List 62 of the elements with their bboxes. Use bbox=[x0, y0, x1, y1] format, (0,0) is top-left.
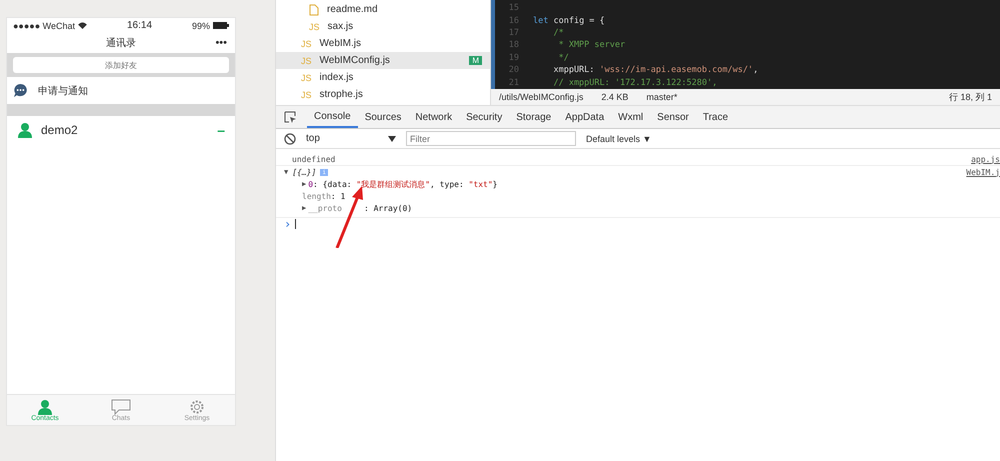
file-path: /utils/WebIMConfig.js bbox=[499, 92, 584, 102]
clock-text: 16:14 bbox=[126, 20, 154, 31]
js-file-icon: JS bbox=[301, 90, 312, 100]
devtools-tab[interactable]: Sensor bbox=[650, 108, 696, 126]
person-icon bbox=[37, 398, 53, 414]
branch-name: master* bbox=[646, 92, 678, 102]
file-icon bbox=[309, 4, 319, 16]
chat-bubble-icon bbox=[13, 83, 28, 98]
code-line: */ bbox=[558, 52, 569, 63]
code-line: let config = { bbox=[533, 16, 605, 26]
context-dropdown[interactable]: top bbox=[306, 133, 396, 144]
code-line: * XMPP server bbox=[558, 40, 626, 50]
devtools-tab[interactable]: Network bbox=[408, 108, 460, 126]
modified-badge: M bbox=[469, 56, 482, 65]
chat-bubble-icon bbox=[111, 398, 131, 414]
battery-text: 99% bbox=[192, 20, 210, 30]
file-item[interactable]: JS sax.js bbox=[276, 18, 490, 35]
notice-label[interactable]: 申请与通知 bbox=[38, 84, 88, 98]
settings-icon bbox=[189, 398, 205, 414]
file-item[interactable]: JS WebIM.js bbox=[276, 35, 490, 52]
page-title: 通讯录 bbox=[106, 36, 136, 50]
log-levels-dropdown[interactable]: Default levels ▼ bbox=[586, 134, 652, 144]
code-line: xmppURL: 'wss://im-api.easemob.com/ws/', bbox=[552, 65, 758, 76]
wifi-icon bbox=[78, 22, 88, 29]
js-file-icon: JS bbox=[301, 56, 312, 66]
filter-field[interactable]: Filter bbox=[406, 131, 576, 146]
js-file-icon: JS bbox=[309, 22, 320, 32]
property-value: length: 1 bbox=[302, 192, 346, 200]
contact-name[interactable]: demo2 bbox=[41, 123, 210, 137]
person-icon bbox=[17, 122, 33, 138]
code-line: // xmppURL: '172.17.3.122:5280', bbox=[552, 78, 718, 88]
property-value: 0: {data: "我是群组测试消息", type: "txt"} bbox=[308, 178, 498, 190]
clear-console-icon[interactable] bbox=[284, 132, 296, 144]
source-link[interactable]: WebIM.j bbox=[966, 168, 1000, 176]
console-output: undefined bbox=[292, 154, 336, 164]
devtools-tab[interactable]: AppData bbox=[558, 108, 612, 126]
carrier-text: ●●●●● WeChat bbox=[13, 20, 76, 30]
devtools-tab[interactable]: Trace bbox=[696, 108, 736, 126]
more-menu[interactable]: ••• bbox=[215, 37, 227, 49]
file-item[interactable]: JS WebIMConfig.js M bbox=[276, 52, 490, 69]
devtools-tab[interactable]: Console bbox=[307, 106, 358, 128]
source-link[interactable]: app.js bbox=[971, 154, 1000, 164]
file-item[interactable]: JS index.js bbox=[276, 69, 490, 86]
code-line: /* bbox=[552, 28, 564, 38]
js-file-icon: JS bbox=[301, 38, 312, 48]
file-item[interactable]: JS strophe.js bbox=[276, 86, 490, 103]
cursor-position: 行 18, 列 1 bbox=[948, 90, 992, 104]
caret-icon bbox=[388, 136, 396, 142]
property-value: : Array(0) bbox=[364, 204, 412, 212]
devtools-tab[interactable]: Security bbox=[459, 108, 510, 126]
js-file-icon: JS bbox=[301, 72, 312, 82]
property-key: __proto bbox=[308, 204, 342, 212]
console-output: [{…}] bbox=[292, 168, 316, 176]
inspect-icon[interactable] bbox=[284, 110, 297, 124]
devtools-tab[interactable]: Wxml bbox=[611, 108, 650, 126]
file-size: 2.4 KB bbox=[601, 92, 628, 102]
devtools-tab[interactable]: Sources bbox=[358, 108, 408, 126]
search-field[interactable]: 添加好友 bbox=[13, 57, 229, 73]
devtools-tab[interactable]: Storage bbox=[509, 108, 558, 126]
file-item[interactable]: readme.md bbox=[276, 1, 490, 18]
battery-icon bbox=[213, 22, 229, 29]
prompt-icon: › bbox=[284, 217, 292, 231]
